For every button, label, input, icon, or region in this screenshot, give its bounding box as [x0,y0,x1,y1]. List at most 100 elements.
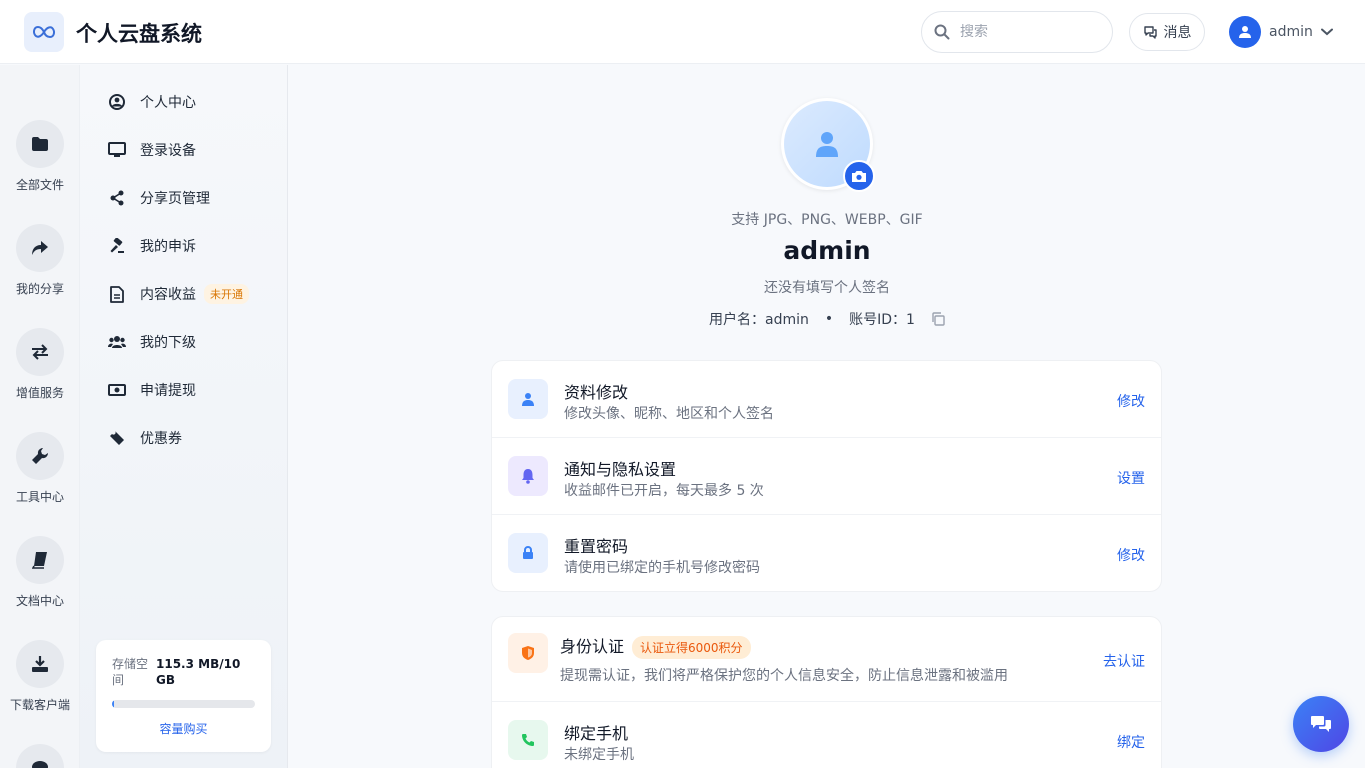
messages-button[interactable]: 消息 [1129,13,1205,51]
row-title-wrap: 身份认证 认证立得6000积分 [560,633,751,659]
sidebar-icon-wrap [108,189,126,207]
rail-item-my-shares[interactable]: 我的分享 [0,224,80,297]
rail-icon-circle [16,432,64,480]
share-nodes-icon [110,190,124,206]
search-input[interactable] [960,24,1090,40]
edit-profile-button[interactable]: 修改 [1117,391,1145,411]
sidebar-item-withdrawal[interactable]: 申请提现 [108,378,196,402]
sidebar-item-label: 登录设备 [140,143,196,159]
security-row-identity: 身份认证 认证立得6000积分 提现需认证，我们将严格保护您的个人信息安全，防止信… [492,617,1161,702]
shield-icon [522,646,534,660]
bell-icon [522,469,534,484]
user-icon [1239,26,1251,38]
sidebar-item-login-devices[interactable]: 登录设备 [108,138,196,162]
bind-phone-button[interactable]: 绑定 [1117,732,1145,752]
monitor-icon [108,142,126,157]
security-card: 身份认证 认证立得6000积分 提现需认证，我们将严格保护您的个人信息安全，防止信… [491,616,1162,768]
lock-icon [523,546,533,559]
row-subtitle: 未绑定手机 [564,747,634,763]
row-subtitle: 修改头像、昵称、地区和个人签名 [564,406,774,422]
gavel-icon [110,238,124,253]
row-icon-wrap [508,720,548,760]
row-icon-wrap [508,533,548,573]
camera-icon [852,170,866,182]
rail-icon-circle [16,224,64,272]
cloud-logo-icon [33,25,55,39]
row-icon-wrap [508,379,548,419]
buy-capacity-link[interactable]: 容量购买 [96,720,271,737]
notification-settings-button[interactable]: 设置 [1117,468,1145,488]
user-icon [816,132,838,157]
rail-item-tool-center[interactable]: 工具中心 [0,432,80,505]
sidebar-item-label: 优惠券 [140,431,182,447]
rail-item-label: 增值服务 [15,386,64,400]
rail-icon-circle [16,120,64,168]
wrench-icon [32,447,49,464]
sidebar-item-label: 我的申诉 [140,239,196,255]
sidebar-item-my-subordinates[interactable]: 我的下级 [108,330,196,354]
phone-icon [522,734,534,746]
rail-item-all-files[interactable]: 全部文件 [0,120,80,193]
sidebar-icon-wrap [108,93,126,111]
sidebar-icon-wrap [108,429,126,447]
app-title: 个人云盘系统 [76,22,202,46]
row-title: 重置密码 [564,537,629,556]
rail-item-value-services[interactable]: 增值服务 [0,328,80,401]
sidebar-item-coupons[interactable]: 优惠券 [108,426,182,450]
sidebar-item-my-appeals[interactable]: 我的申诉 [108,234,196,258]
sidebar-icon-wrap [108,141,126,159]
chat-bubble-icon [1143,26,1157,39]
search-icon [934,24,950,40]
account-id-text: 账号ID：1 [849,312,915,328]
rail-icon-circle [16,328,64,376]
sidebar-item-label: 我的下级 [140,335,196,351]
rail-item-more[interactable] [0,744,80,768]
user-menu[interactable]: admin [1229,16,1333,48]
security-row-phone: 绑定手机 未绑定手机 绑定 [492,702,1161,768]
rail-icon-circle [16,744,64,768]
sidebar-item-label: 内容收益 [140,287,196,303]
info-separator: • [824,311,834,327]
user-name: admin [1269,24,1313,40]
left-rail: 全部文件 我的分享 增值服务 工具中心 文档中心 下载客户端 [0,65,80,768]
row-icon-wrap [508,456,548,496]
username-text: 用户名：admin [709,312,809,328]
ticket-icon [110,431,124,445]
chat-bubbles-icon [1311,716,1331,732]
users-icon [108,336,126,348]
sidebar-item-share-page-manage[interactable]: 分享页管理 [108,186,210,210]
avatar [1229,16,1261,48]
storage-progress-fill [112,700,114,708]
chevron-down-icon [1320,28,1333,36]
change-avatar-button[interactable] [843,160,875,192]
user-icon [522,393,534,406]
rail-item-label: 工具中心 [15,490,64,504]
status-badge: 未开通 [204,284,249,304]
rail-icon-circle [16,640,64,688]
row-icon-wrap [508,633,548,673]
settings-row-password: 重置密码 请使用已绑定的手机号修改密码 修改 [492,515,1161,592]
book-icon [32,552,47,569]
row-subtitle: 提现需认证，我们将严格保护您的个人信息安全，防止信息泄露和被滥用 [560,668,1008,684]
row-title: 绑定手机 [564,724,629,743]
row-subtitle: 请使用已绑定的手机号修改密码 [564,560,760,576]
rail-item-download-client[interactable]: 下载客户端 [0,640,80,713]
support-chat-button[interactable] [1293,696,1349,752]
row-subtitle: 收益邮件已开启，每天最多 5 次 [564,483,764,499]
sidebar-icon-wrap [108,333,126,351]
sidebar-item-content-earnings[interactable]: 内容收益 未开通 [108,282,249,306]
reset-password-button[interactable]: 修改 [1117,545,1145,565]
exchange-icon [32,344,48,360]
logo[interactable] [24,12,64,52]
verify-identity-button[interactable]: 去认证 [1103,651,1145,671]
share-arrow-icon [32,241,48,255]
row-title: 通知与隐私设置 [564,460,677,479]
document-icon [110,285,124,303]
messages-label: 消息 [1163,25,1192,41]
copy-id-button[interactable] [931,312,945,326]
download-icon [32,656,48,672]
sidebar-item-personal-center[interactable]: 个人中心 [108,90,196,114]
rail-item-doc-center[interactable]: 文档中心 [0,536,80,609]
search-box[interactable] [921,11,1113,53]
settings-card: 资料修改 修改头像、昵称、地区和个人签名 修改 通知与隐私设置 收益邮件已开启，… [491,360,1162,592]
